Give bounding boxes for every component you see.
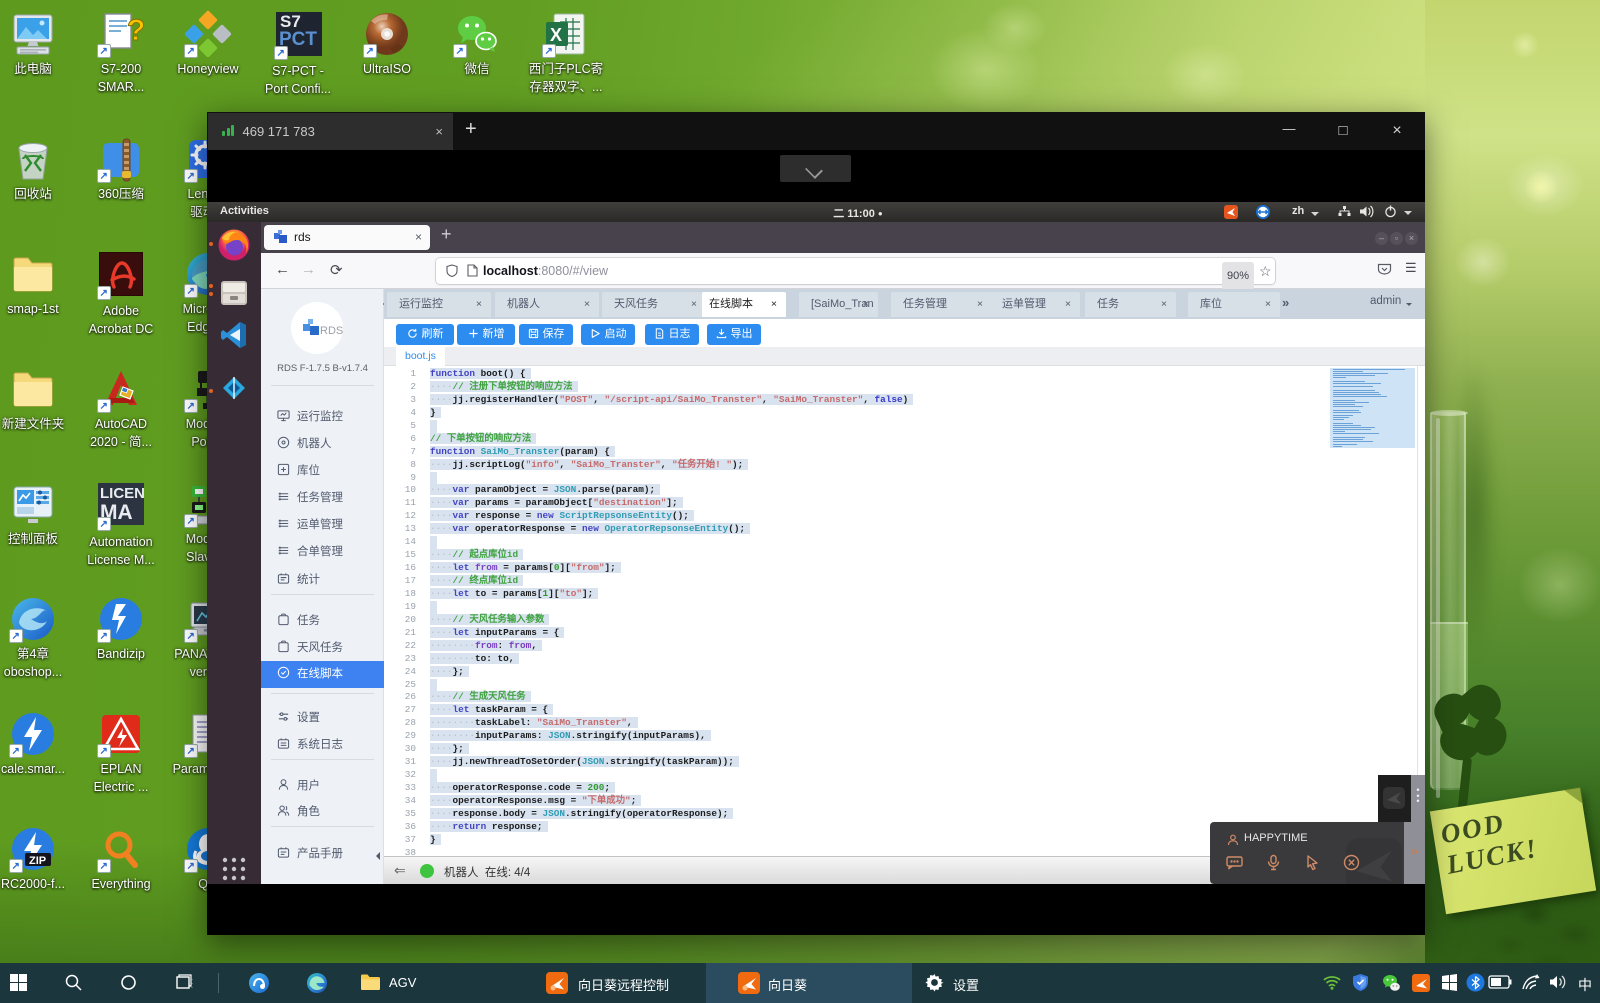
svg-text:RDS: RDS <box>320 325 343 337</box>
svg-text:X: X <box>550 25 562 45</box>
svg-text:?: ? <box>127 14 145 47</box>
svg-text:ZIP: ZIP <box>29 855 46 867</box>
